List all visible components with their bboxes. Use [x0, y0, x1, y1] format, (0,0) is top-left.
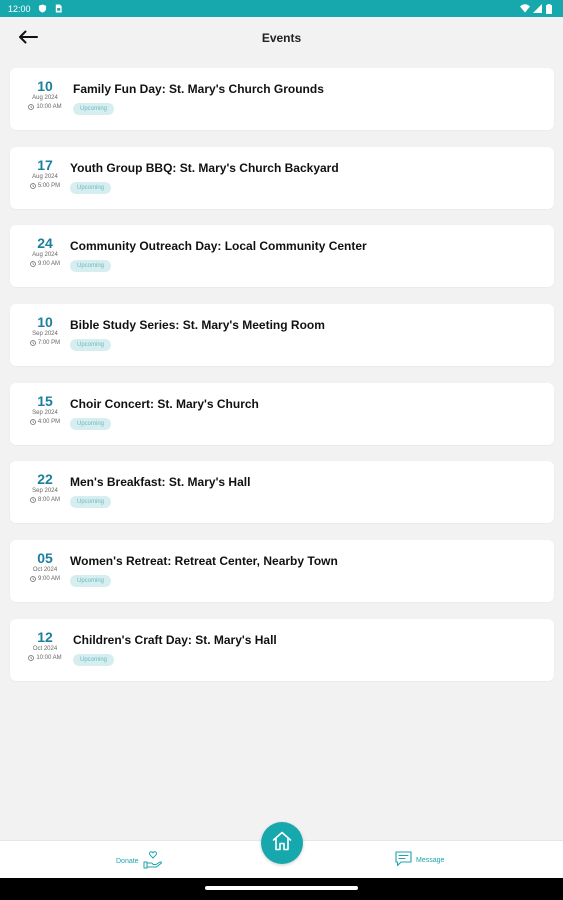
- clock-icon: [28, 654, 35, 661]
- event-title: Men's Breakfast: St. Mary's Hall: [70, 475, 251, 490]
- event-title: Youth Group BBQ: St. Mary's Church Backy…: [70, 160, 339, 175]
- message-label: Message: [416, 856, 445, 864]
- wifi-icon: [520, 4, 530, 13]
- event-date: 15 Sep 2024 4:00 PM: [22, 393, 68, 425]
- event-time: 8:00 AM: [22, 497, 68, 503]
- event-time-text: 10:00 AM: [36, 104, 62, 110]
- event-title: Community Outreach Day: Local Community …: [70, 239, 367, 254]
- status-badge: Upcoming: [70, 260, 112, 273]
- status-badge: Upcoming: [70, 575, 112, 588]
- event-card[interactable]: 05 Oct 2024 9:00 AM Women's Retreat: Ret…: [10, 540, 554, 603]
- event-card[interactable]: 24 Aug 2024 9:00 AM Community Outreach D…: [10, 225, 554, 288]
- page-title: Events: [261, 31, 302, 45]
- event-month: Aug 2024: [32, 95, 58, 101]
- event-card[interactable]: 10 Sep 2024 7:00 PM Bible Study Series: …: [10, 304, 554, 367]
- home-icon: [271, 831, 293, 856]
- event-card[interactable]: 10 Aug 2024 10:00 AM Family Fun Day: St.…: [10, 68, 554, 130]
- event-card[interactable]: 15 Sep 2024 4:00 PM Choir Concert: St. M…: [10, 382, 554, 445]
- event-time-text: 7:00 PM: [37, 340, 61, 347]
- home-button[interactable]: [261, 822, 303, 864]
- clock-icon: [30, 261, 36, 268]
- event-month: Oct 2024: [32, 645, 58, 652]
- status-badge: Upcoming: [73, 653, 115, 666]
- event-time: 10:00 AM: [22, 104, 68, 110]
- event-day: 05: [37, 550, 53, 567]
- event-day: 22: [37, 471, 53, 488]
- event-time: 4:00 PM: [22, 419, 68, 425]
- event-time-text: 5:00 PM: [37, 182, 61, 189]
- event-date: 17 Aug 2024 5:00 PM: [22, 157, 68, 189]
- status-bar: 12:00: [0, 0, 563, 17]
- event-title: Children's Craft Day: St. Mary's Hall: [73, 632, 277, 647]
- event-day: 12: [37, 628, 53, 645]
- clock-icon: [29, 182, 36, 189]
- event-list: 10 Aug 2024 10:00 AM Family Fun Day: St.…: [10, 68, 554, 698]
- event-day: 10: [37, 78, 53, 94]
- shield-icon: [38, 4, 47, 13]
- event-date: 05 Oct 2024 9:00 AM: [22, 550, 68, 582]
- event-day: 17: [37, 156, 53, 173]
- event-day: 24: [37, 235, 53, 252]
- event-date: 12 Oct 2024 10:00 AM: [22, 629, 68, 661]
- event-time-text: 9:00 AM: [37, 261, 60, 268]
- event-time-text: 9:00 AM: [37, 576, 60, 583]
- event-time-text: 8:00 AM: [37, 497, 60, 504]
- status-badge: Upcoming: [70, 417, 112, 430]
- status-time: 12:00: [8, 3, 31, 14]
- event-month: Oct 2024: [32, 567, 58, 574]
- event-title: Women's Retreat: Retreat Center, Nearby …: [70, 554, 338, 569]
- clock-icon: [30, 497, 36, 504]
- status-badge: Upcoming: [70, 496, 112, 509]
- event-day: 15: [37, 392, 53, 409]
- event-time: 9:00 AM: [22, 576, 68, 582]
- event-time: 7:00 PM: [22, 340, 68, 346]
- event-month: Sep 2024: [32, 488, 58, 495]
- event-month: Sep 2024: [32, 409, 58, 416]
- clock-icon: [30, 576, 36, 583]
- donate-label: Donate: [116, 857, 139, 865]
- event-month: Aug 2024: [32, 252, 58, 259]
- clock-icon: [29, 340, 36, 346]
- status-badge: Upcoming: [70, 181, 112, 194]
- event-time-text: 4:00 PM: [37, 418, 61, 425]
- event-card[interactable]: 12 Oct 2024 10:00 AM Children's Craft Da…: [10, 618, 554, 681]
- event-title: Bible Study Series: St. Mary's Meeting R…: [70, 318, 325, 333]
- event-month: Aug 2024: [32, 173, 58, 180]
- event-title: Choir Concert: St. Mary's Church: [70, 396, 259, 411]
- message-button[interactable]: Message: [395, 851, 444, 869]
- event-month: Sep 2024: [32, 331, 58, 338]
- event-time: 10:00 AM: [22, 655, 68, 661]
- app-bar: Events: [0, 17, 563, 62]
- status-badge: Upcoming: [70, 339, 112, 352]
- event-date: 10 Aug 2024 10:00 AM: [22, 78, 68, 110]
- battery-icon: [546, 4, 555, 14]
- clock-icon: [29, 418, 36, 425]
- system-navigation-bar: [0, 878, 563, 900]
- event-time-text: 10:00 AM: [36, 654, 62, 661]
- event-date: 22 Sep 2024 8:00 AM: [22, 471, 68, 503]
- message-bubble-icon: [395, 851, 412, 869]
- event-day: 10: [37, 314, 53, 331]
- event-card[interactable]: 22 Sep 2024 8:00 AM Men's Breakfast: St.…: [10, 461, 554, 524]
- donate-hand-heart-icon: [143, 851, 163, 871]
- gesture-handle[interactable]: [205, 886, 358, 890]
- status-badge: Upcoming: [73, 103, 115, 115]
- clock-icon: [28, 104, 35, 110]
- donate-button[interactable]: Donate: [116, 851, 163, 871]
- event-time: 5:00 PM: [22, 183, 68, 189]
- event-card[interactable]: 17 Aug 2024 5:00 PM Youth Group BBQ: St.…: [10, 146, 554, 209]
- sim-card-icon: [54, 4, 63, 13]
- event-date: 10 Sep 2024 7:00 PM: [22, 314, 68, 346]
- event-title: Family Fun Day: St. Mary's Church Ground…: [73, 82, 324, 96]
- event-time: 9:00 AM: [22, 261, 68, 267]
- signal-icon: [533, 4, 542, 13]
- event-date: 24 Aug 2024 9:00 AM: [22, 235, 68, 267]
